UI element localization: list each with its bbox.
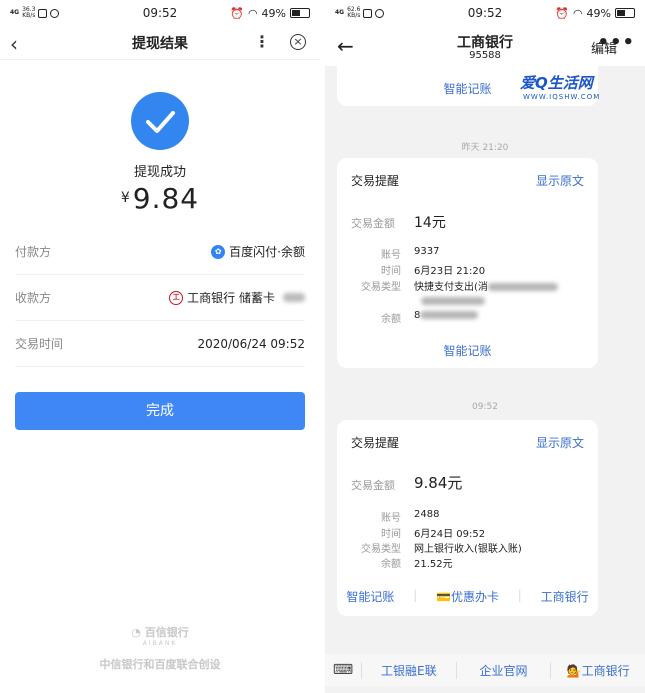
time-label: 时间 (381, 529, 401, 540)
message-card: 交易提醒 显示原文 交易金额 9.84元 账号 2488 时间 6月24日 09… (337, 420, 598, 616)
message-actions: 智能记账 | 💳优惠办卡 | 工商银行 (346, 588, 589, 605)
message-timestamp: 09:52 (472, 402, 498, 412)
top-nav: ‹ 提现结果 ⋮ × (0, 26, 320, 60)
status-bar: 4G 62.6 KB/s 09:52 ⏰ ◠ 49% (325, 0, 645, 26)
time-value: 6月24日 09:52 (414, 529, 486, 540)
time-label: 交易时间 (15, 337, 64, 351)
battery-icon (615, 8, 635, 18)
keyboard-icon[interactable]: ⌨ (325, 662, 361, 678)
clock: 09:52 (142, 6, 178, 20)
watermark-logo: 爱Q生活网 (520, 74, 593, 92)
masked-text (421, 297, 485, 305)
watermark-url: WWW.IQSHW.COM (523, 93, 601, 101)
back-icon[interactable]: ‹ (10, 32, 18, 56)
done-button[interactable]: 完成 (15, 392, 305, 430)
page-title: 提现结果 (132, 35, 188, 52)
sms-conversation-screen: 4G 62.6 KB/s 09:52 ⏰ ◠ 49% ← 工商银行 95588 编… (325, 0, 645, 693)
message-title: 交易提醒 (351, 436, 400, 450)
withdraw-result-screen: 4G 36.3 KB/s 09:52 ⏰ ◠ 49% ‹ 提现结果 ⋮ × 提现成… (0, 0, 320, 693)
amount-label: 交易金额 (351, 479, 395, 492)
message-card: 交易提醒 显示原文 交易金额 14元 账号 9337 时间 6月23日 21:2… (337, 158, 598, 368)
icbc-logo-icon: 工 (169, 290, 184, 305)
withdraw-amount: ¥9.84 (0, 182, 320, 215)
status-bar: 4G 36.3 KB/s 09:52 ⏰ ◠ 49% (0, 0, 320, 26)
amount-value: 9.84元 (414, 474, 463, 492)
account-value: 9337 (414, 246, 440, 257)
message-timestamp: 昨天 21:20 (461, 143, 509, 153)
success-check-icon (131, 92, 189, 150)
menu-rongelian[interactable]: 工银融E联 (361, 661, 456, 679)
currency-symbol: ¥ (120, 190, 130, 206)
more-icon[interactable]: ••• (597, 32, 635, 53)
payer-value: 百度闪付·余额 (229, 245, 305, 259)
type-value: 快捷支付支出(消 (414, 278, 558, 293)
account-label: 账号 (381, 513, 401, 524)
card-offer-link[interactable]: 💳优惠办卡 (436, 588, 499, 605)
type-label: 交易类型 (361, 544, 401, 555)
smart-bookkeeping-link[interactable]: 智能记账 (346, 588, 394, 605)
masked-balance (420, 311, 479, 319)
balance-value: 21.52元 (414, 559, 453, 570)
icbc-link[interactable]: 工商银行 (541, 588, 589, 605)
clock: 09:52 (467, 6, 503, 20)
menu-icbc[interactable]: 💁工商银行 (550, 661, 645, 679)
footer-logo: ◔ 百信银行 AIBANK (131, 626, 189, 647)
amount-value: 9.84 (132, 182, 200, 215)
type-label: 交易类型 (361, 282, 401, 293)
smart-bookkeeping-link[interactable]: 智能记账 (337, 342, 598, 359)
time-row: 交易时间 2020/06/24 09:52 (15, 321, 305, 367)
amount-label: 交易金额 (351, 217, 395, 230)
time-label: 时间 (381, 266, 401, 277)
account-value: 2488 (414, 509, 440, 520)
masked-card-number (283, 293, 305, 302)
account-label: 账号 (381, 250, 401, 261)
time-value: 6月23日 21:20 (414, 266, 486, 277)
time-value: 2020/06/24 09:52 (197, 336, 305, 351)
battery-icon (290, 8, 310, 18)
close-icon[interactable]: × (290, 34, 306, 50)
footer-text: 中信银行和百度联合创设 (99, 658, 221, 671)
service-menu-bar: ⌨ 工银融E联 企业官网 💁工商银行 (325, 654, 645, 686)
payer-label: 付款方 (15, 245, 52, 259)
type-value: 网上银行收入(银联入账) (414, 544, 522, 555)
menu-official-site[interactable]: 企业官网 (455, 661, 551, 679)
more-icon[interactable]: ⋮ (254, 32, 270, 51)
balance-label: 余额 (381, 314, 401, 325)
balance-value: 8 (414, 310, 479, 321)
message-title: 交易提醒 (351, 174, 400, 188)
show-original-link[interactable]: 显示原文 (536, 172, 584, 189)
payer-row: 付款方 ✿ 百度闪付·余额 (15, 229, 305, 275)
balance-label: 余额 (381, 559, 401, 570)
payee-value: 工商银行 储蓄卡 (187, 291, 275, 305)
top-nav: ← 工商银行 95588 编辑 ••• (325, 26, 645, 66)
paw-icon: ✿ (211, 244, 226, 259)
amount-value: 14元 (414, 215, 446, 231)
payee-label: 收款方 (15, 291, 52, 305)
success-label: 提现成功 (133, 165, 186, 180)
masked-text (487, 283, 558, 291)
aibank-logo-icon: ◔ (131, 626, 145, 639)
payee-row: 收款方 工工商银行 储蓄卡 (15, 275, 305, 321)
show-original-link[interactable]: 显示原文 (536, 434, 584, 451)
